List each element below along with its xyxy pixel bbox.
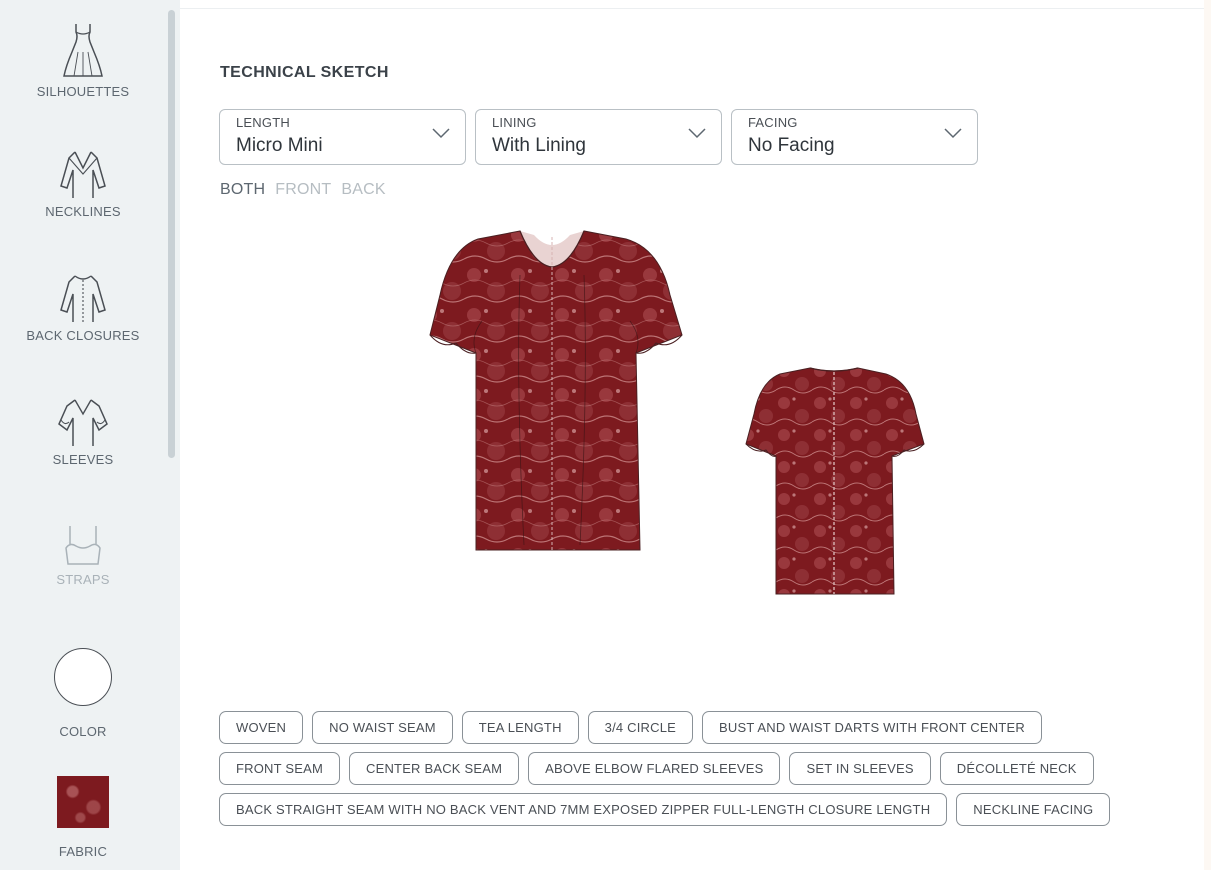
length-dropdown[interactable]: LENGTH Micro Mini xyxy=(219,109,466,165)
tag-set-in-sleeves[interactable]: SET IN SLEEVES xyxy=(789,752,931,785)
sidebar-item-label: STRAPS xyxy=(56,572,110,587)
tag-bust-waist-darts[interactable]: BUST AND WAIST DARTS WITH FRONT CENTER xyxy=(702,711,1042,744)
sidebar-item-label: FABRIC xyxy=(58,844,108,859)
sidebar-item-label: COLOR xyxy=(59,724,107,739)
tag-row: WOVEN NO WAIST SEAM TEA LENGTH 3/4 CIRCL… xyxy=(219,711,1209,744)
tab-both[interactable]: BOTH xyxy=(220,181,265,199)
dropdown-label: LENGTH xyxy=(236,115,290,130)
chevron-down-icon xyxy=(944,128,962,139)
tag-row: FRONT SEAM CENTER BACK SEAM ABOVE ELBOW … xyxy=(219,752,1209,785)
dropdown-label: LINING xyxy=(492,115,537,130)
lining-dropdown[interactable]: LINING With Lining xyxy=(475,109,722,165)
sidebar-item-sleeves[interactable]: SLEEVES xyxy=(0,396,166,467)
sidebar-item-label: BACK CLOSURES xyxy=(26,328,140,343)
color-circle-icon xyxy=(54,648,112,706)
tag-no-waist-seam[interactable]: NO WAIST SEAM xyxy=(312,711,453,744)
strap-icon xyxy=(65,526,101,565)
view-tabs: BOTH FRONT BACK xyxy=(220,181,386,199)
page-title: TECHNICAL SKETCH xyxy=(220,64,389,81)
dress-silhouette-icon xyxy=(63,24,103,77)
dropdown-value: No Facing xyxy=(748,135,835,156)
chevron-down-icon xyxy=(688,128,706,139)
sidebar-item-back-closures[interactable]: BACK CLOSURES xyxy=(0,272,166,343)
sidebar-item-label: SILHOUETTES xyxy=(36,84,130,99)
sidebar-item-straps[interactable]: STRAPS xyxy=(0,522,166,587)
tag-above-elbow-flared-sleeves[interactable]: ABOVE ELBOW FLARED SLEEVES xyxy=(528,752,781,785)
tab-back[interactable]: BACK xyxy=(341,181,385,199)
dropdown-label: FACING xyxy=(748,115,798,130)
sidebar-item-necklines[interactable]: NECKLINES xyxy=(0,148,166,219)
sidebar-scrollbar[interactable] xyxy=(168,10,175,458)
tag-decollete-neck[interactable]: DÉCOLLETÉ NECK xyxy=(939,752,1094,785)
tab-front[interactable]: FRONT xyxy=(275,181,331,199)
tag-tea-length[interactable]: TEA LENGTH xyxy=(461,711,579,744)
fabric-swatch-icon xyxy=(57,776,109,828)
tag-front-seam[interactable]: FRONT SEAM xyxy=(219,752,340,785)
tag-row: BACK STRAIGHT SEAM WITH NO BACK VENT AND… xyxy=(219,793,1209,826)
tag-woven[interactable]: WOVEN xyxy=(219,711,304,744)
sidebar-item-color[interactable]: COLOR xyxy=(0,648,166,739)
sidebar-item-silhouettes[interactable]: SILHOUETTES xyxy=(0,22,166,99)
tag-neckline-facing[interactable]: NECKLINE FACING xyxy=(956,793,1111,826)
feature-tags: WOVEN NO WAIST SEAM TEA LENGTH 3/4 CIRCL… xyxy=(219,711,1209,834)
sidebar: SILHOUETTES NECKLINES BACK CLOSURES SLEE… xyxy=(0,0,180,870)
tag-center-back-seam[interactable]: CENTER BACK SEAM xyxy=(349,752,520,785)
back-sketch xyxy=(745,367,925,595)
tag-back-straight-seam[interactable]: BACK STRAIGHT SEAM WITH NO BACK VENT AND… xyxy=(219,793,948,826)
tag-three-quarter-circle[interactable]: 3/4 CIRCLE xyxy=(587,711,694,744)
facing-dropdown[interactable]: FACING No Facing xyxy=(731,109,978,165)
back-closure-icon xyxy=(60,275,106,322)
sidebar-item-label: NECKLINES xyxy=(45,204,121,219)
sidebar-item-label: SLEEVES xyxy=(52,452,114,467)
neckline-icon xyxy=(60,151,106,198)
divider xyxy=(180,8,1204,9)
chevron-down-icon xyxy=(432,128,450,139)
dropdown-value: With Lining xyxy=(492,135,586,156)
front-sketch xyxy=(429,230,683,551)
sidebar-item-fabric[interactable]: FABRIC xyxy=(0,770,166,859)
dropdown-value: Micro Mini xyxy=(236,135,323,156)
sleeve-icon xyxy=(58,399,108,446)
